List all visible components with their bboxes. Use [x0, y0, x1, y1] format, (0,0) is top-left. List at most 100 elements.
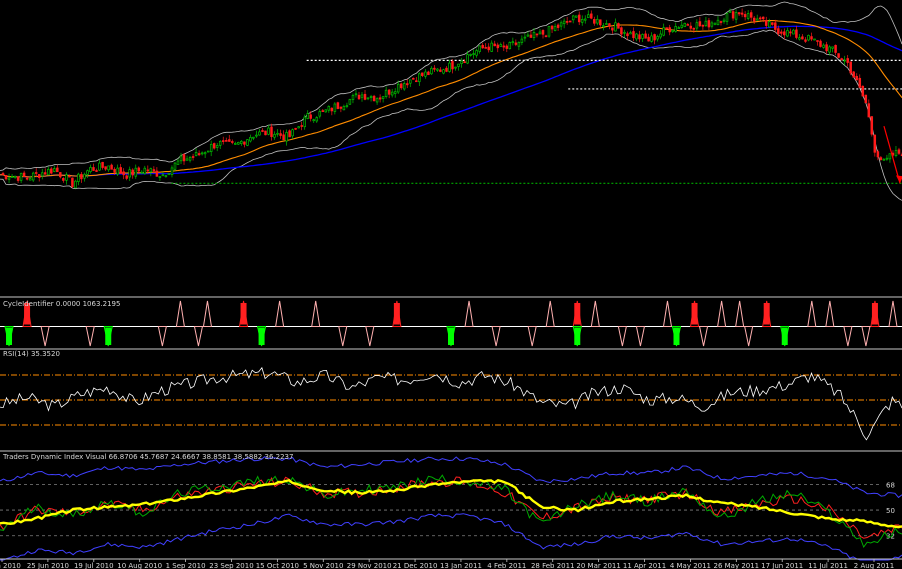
candle-body — [427, 71, 430, 76]
x-tick-label: 21 Dec 2010 — [393, 562, 438, 569]
candle-body — [825, 44, 828, 52]
cycle-trough-bar — [105, 327, 112, 345]
candle-body — [306, 113, 309, 119]
candle-body — [95, 170, 98, 172]
candle-body — [412, 77, 415, 80]
candle-body — [234, 143, 237, 145]
candle-body — [559, 22, 563, 27]
candle-body — [65, 174, 68, 181]
candle-body — [158, 176, 162, 178]
candle-body — [137, 167, 141, 172]
candle-body — [47, 168, 50, 176]
candle-body — [635, 33, 638, 40]
candle-body — [7, 177, 11, 180]
candle-body — [686, 24, 690, 26]
candle-body — [16, 176, 20, 181]
candle-body — [668, 27, 671, 33]
candle-body — [740, 12, 744, 15]
candle-body — [804, 39, 807, 42]
candle-body — [876, 151, 880, 158]
candle-body — [375, 98, 379, 103]
candle-body — [68, 175, 71, 178]
candle-body — [409, 79, 412, 84]
candle-body — [179, 155, 183, 162]
candle-body — [526, 34, 530, 37]
candle-body — [798, 37, 801, 40]
candle-body — [390, 91, 394, 96]
x-tick-label: 4 Jun 2010 — [0, 562, 21, 569]
x-tick-label: 5 Nov 2010 — [303, 562, 343, 569]
candle-body — [623, 31, 626, 34]
candle-body — [885, 157, 889, 160]
x-tick-label: 13 Jan 2011 — [440, 562, 482, 569]
candle-body — [698, 21, 702, 27]
candle-body — [873, 134, 877, 153]
candle-body — [393, 91, 397, 94]
candle-body — [249, 137, 252, 142]
candle-body — [849, 61, 852, 74]
x-tick-label: 25 Jun 2010 — [27, 562, 69, 569]
candle-body — [324, 109, 328, 113]
x-tick-label: 17 Jun 2011 — [761, 562, 803, 569]
candle-body — [882, 158, 886, 161]
candle-body — [218, 141, 222, 146]
x-tick-label: 11 Apr 2011 — [623, 562, 666, 569]
candle-body — [632, 31, 635, 39]
candle-body — [155, 170, 159, 177]
candle-body — [246, 139, 249, 146]
candle-body — [789, 31, 792, 34]
candle-body — [212, 143, 216, 149]
candle-body — [291, 129, 294, 137]
candle-body — [164, 175, 168, 178]
candle-body — [1, 173, 5, 175]
candle-body — [894, 150, 898, 156]
candle-body — [810, 36, 813, 40]
candle-body — [599, 19, 602, 26]
candle-body — [671, 29, 674, 33]
candle-body — [846, 58, 849, 63]
candle-body — [285, 132, 288, 142]
candle-body — [870, 116, 874, 135]
candle-body — [587, 14, 590, 18]
candle-body — [737, 12, 741, 15]
candle-body — [707, 20, 711, 28]
candle-body — [864, 94, 868, 104]
candle-body — [704, 20, 708, 26]
candle-body — [336, 102, 340, 109]
cycle-trough-bar — [6, 327, 13, 345]
cycle-trough-bar — [574, 327, 581, 345]
candle-body — [113, 168, 116, 173]
candle-body — [424, 71, 427, 77]
x-tick-label: 11 Jul 2011 — [808, 562, 848, 569]
candle-body — [547, 26, 551, 37]
candle-body — [472, 53, 475, 55]
candle-body — [614, 22, 617, 32]
candle-body — [683, 22, 687, 27]
candle-body — [562, 20, 566, 25]
candle-body — [469, 54, 472, 56]
candle-body — [656, 36, 659, 40]
candle-body — [330, 107, 334, 112]
candle-body — [499, 44, 503, 47]
candle-body — [801, 36, 804, 40]
candle-body — [481, 44, 484, 49]
candle-body — [360, 94, 364, 98]
candle-body — [755, 18, 759, 21]
candle-body — [867, 103, 871, 118]
candle-body — [837, 53, 840, 58]
candle-body — [267, 127, 270, 135]
candle-body — [780, 31, 783, 34]
candle-body — [478, 45, 481, 52]
candle-body — [641, 34, 644, 39]
candle-body — [345, 105, 349, 107]
candle-body — [146, 169, 150, 172]
candle-body — [312, 119, 315, 122]
x-tick-label: 4 Feb 2011 — [487, 562, 526, 569]
candle-body — [342, 106, 346, 111]
candle-body — [879, 157, 883, 160]
x-tick-label: 28 Feb 2011 — [531, 562, 575, 569]
candle-body — [243, 141, 246, 145]
candle-body — [221, 140, 225, 142]
candle-body — [529, 34, 533, 38]
candle-body — [493, 43, 496, 47]
